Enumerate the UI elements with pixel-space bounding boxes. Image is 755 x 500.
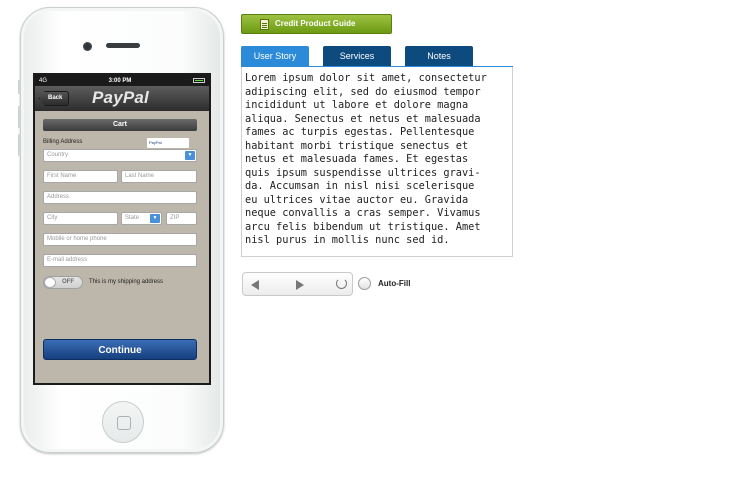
front-camera [83,42,92,51]
autofill-label: Auto-Fill [378,279,411,288]
mute-switch [18,80,21,94]
autofill-radio[interactable] [358,277,371,290]
reload-icon[interactable] [336,278,347,289]
shipping-toggle[interactable]: OFF [43,276,83,289]
carrier-label: 4G [39,77,48,84]
user-story-text: Lorem ipsum dolor sit amet, consectetur … [241,67,513,257]
continue-button[interactable]: Continue [43,339,197,360]
app-nav-bar: Back PayPal [35,86,209,111]
paypal-badge: PayPal [147,138,189,148]
state-select[interactable]: State ▼ [121,212,162,225]
volume-up-button [18,106,21,128]
back-button[interactable]: Back [39,91,70,106]
triangle-right-icon[interactable] [296,280,304,290]
first-name-field[interactable]: First Name [43,170,118,183]
credit-product-guide-button[interactable]: Credit Product Guide [241,14,392,34]
paypal-logo: PayPal [92,88,149,107]
toggle-knob [44,277,56,288]
document-icon [260,19,269,30]
phone-mockup: 4G 3:00 PM Back PayPal Cart Billing Addr… [18,7,224,453]
phone-screen: 4G 3:00 PM Back PayPal Cart Billing Addr… [33,73,211,385]
country-placeholder: Country [47,152,69,158]
billing-address-label: Billing Address [43,139,83,145]
triangle-left-icon[interactable] [251,280,259,290]
tab-services[interactable]: Services [323,46,391,66]
checkout-form: Cart Billing Address PayPal Country ▼ Fi… [35,111,209,383]
cart-header: Cart [43,119,197,131]
tab-notes[interactable]: Notes [405,46,473,66]
guide-button-label: Credit Product Guide [275,19,356,28]
chevron-down-icon: ▼ [150,214,160,223]
tab-user-story[interactable]: User Story [241,46,309,66]
status-time: 3:00 PM [108,77,132,84]
navigation-controls [242,272,353,296]
zip-field[interactable]: ZIP [166,212,197,225]
volume-down-button [18,134,21,156]
battery-icon [192,78,205,83]
address-field[interactable]: Address [43,191,197,204]
state-placeholder: State [125,215,140,221]
toggle-state-label: OFF [62,279,74,285]
status-bar: 4G 3:00 PM [35,75,209,86]
email-field[interactable]: E-mail address [43,254,197,267]
country-select[interactable]: Country ▼ [43,149,197,162]
earpiece-speaker [106,43,140,48]
shipping-address-label: This is my shipping address [89,279,164,285]
phone-field[interactable]: Mobile or home phone [43,233,197,246]
chevron-down-icon: ▼ [185,151,195,160]
city-field[interactable]: City [43,212,118,225]
home-button [102,401,144,443]
last-name-field[interactable]: Last Name [121,170,197,183]
